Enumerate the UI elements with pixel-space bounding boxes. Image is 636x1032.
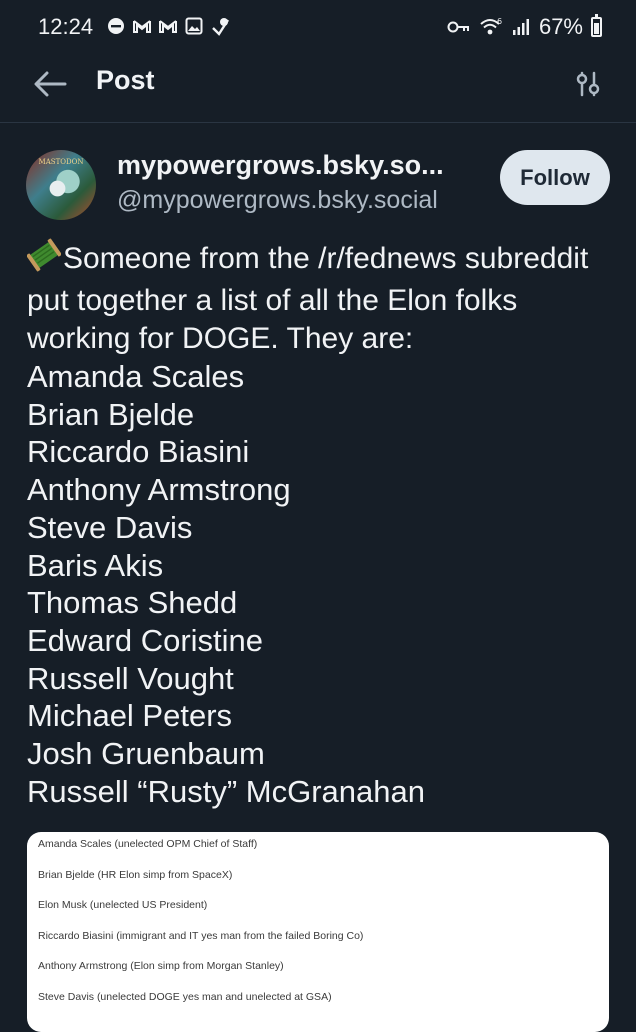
post-image[interactable]: Amanda Scales (unelected OPM Chief of St… [27,832,609,1032]
wifi-6-icon: 6 [479,17,503,37]
avatar-text: MASTODON [38,158,84,166]
name-list-item: Brian Bjelde [27,396,195,432]
signal-icon [511,17,531,37]
image-text-row: Amanda Scales (unelected OPM Chief of St… [38,838,258,850]
name-list-item: Amanda Scales [27,359,245,394]
sliders-icon [576,71,600,97]
follow-button[interactable]: Follow [500,150,610,205]
names-list: Amanda Scales Brian Bjelde Riccardo Biasin… [27,358,617,810]
name-list-item: Steve Davis [27,509,193,545]
minus-circle-icon [106,16,126,36]
name-list-item: Baris Akis [27,547,164,583]
thread-spool-icon [26,238,62,282]
name-list-item: Michael Peters [27,698,233,734]
check-shield-icon [210,16,230,36]
status-right: 6 67% [447,14,602,40]
name-list-item: Russell “Rusty” McGranahan [27,773,425,809]
image-text-row: Brian Bjelde (HR Elon simp from SpaceX) [38,868,233,881]
post-text: Someone from the /r/fednews subreddit pu… [26,238,617,810]
image-text-row: Steve Davis (unelected DOGE yes man and … [38,990,332,1003]
name-list-item: Thomas Shedd [27,585,238,621]
image-text-row: Anthony Armstrong (Elon simp from Morgan… [38,960,284,972]
arrow-left-icon [34,71,67,97]
notification-icons [106,16,230,36]
name-list-item: Anthony Armstrong [27,472,291,508]
thread-options-button[interactable] [568,64,608,104]
battery-icon [591,14,602,37]
image-text-row: Elon Musk (unelected US President) [38,899,208,911]
image-text-row: Riccardo Biasini (immigrant and IT yes m… [38,929,364,942]
back-button[interactable] [30,64,70,104]
page-title: Post [96,65,155,95]
svg-text:6: 6 [497,17,502,26]
gmail-icon [132,16,152,36]
post-intro: Someone from the /r/fednews subreddit pu… [26,238,617,358]
status-time: 12:24 [38,14,94,39]
image-icon [184,16,204,36]
name-list-item: Edward Coristine [27,622,264,658]
author-display-name[interactable]: mypowergrows.bsky.so... [117,150,444,181]
app-header: Post [0,56,636,123]
name-list-item: Josh Gruenbaum [27,736,265,772]
gmail-icon [158,16,178,36]
status-bar: 12:24 6 67% [0,0,636,56]
battery-percent: 67% [538,14,583,39]
post-intro-text: Someone from the /r/fednews subreddit pu… [27,242,589,355]
key-icon [447,20,471,34]
author-handle[interactable]: @mypowergrows.bsky.social [117,186,438,215]
name-list-item: Russell Vought [27,660,234,696]
name-list-item: Riccardo Biasini [27,434,250,470]
avatar[interactable]: MASTODON [26,150,96,220]
